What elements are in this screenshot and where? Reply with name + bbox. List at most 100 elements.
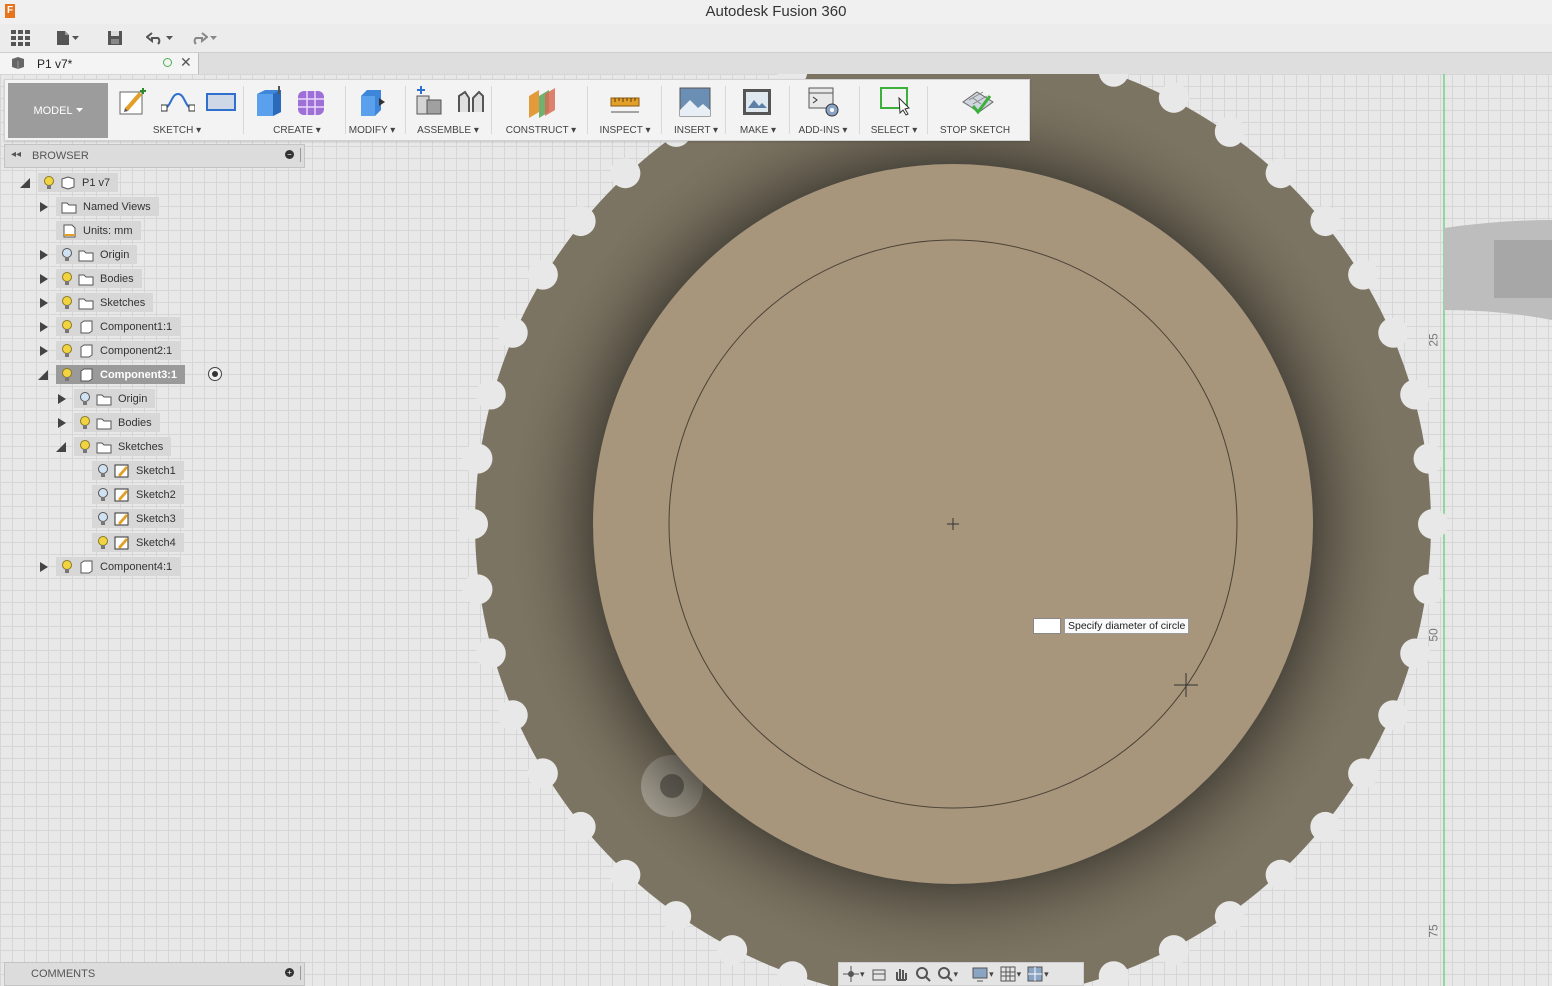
lightbulb-off-icon[interactable] (97, 463, 109, 478)
tree-node-sketch4[interactable]: Sketch4 (92, 533, 184, 552)
lightbulb-icon[interactable] (61, 271, 73, 286)
tree-node-component4[interactable]: Component4:1 (56, 557, 181, 576)
sprocket-tooth-gap (565, 206, 596, 237)
undo-button[interactable] (146, 28, 173, 48)
tree-node-bodies[interactable]: Bodies (56, 269, 142, 288)
document-tab[interactable]: P1 v7* ✕ (0, 53, 199, 74)
comments-header[interactable]: COMMENTS + (4, 962, 305, 986)
close-tab-icon[interactable]: ✕ (180, 54, 192, 71)
lightbulb-icon[interactable] (61, 319, 73, 334)
construct-group[interactable]: CONSTRUCT ▾ (501, 80, 581, 140)
stop-sketch-button[interactable]: STOP SKETCH (933, 80, 1017, 140)
inspect-group[interactable]: INSPECT ▾ (595, 80, 655, 140)
lightbulb-icon[interactable] (79, 415, 91, 430)
lightbulb-icon[interactable] (79, 439, 91, 454)
pan-button[interactable] (893, 966, 909, 982)
modify-group[interactable]: MODIFY ▾ (339, 80, 405, 140)
lightbulb-icon[interactable] (61, 295, 73, 310)
dimension-tooltip: Specify diameter of circle (1025, 616, 1190, 636)
ruler-label-75: 75 (1426, 924, 1441, 938)
zoom-button[interactable] (915, 966, 931, 982)
sprocket-tooth-gap (1158, 935, 1189, 966)
insert-group[interactable]: INSERT ▾ (671, 80, 721, 140)
tree-node-origin[interactable]: Origin (56, 245, 138, 264)
assemble-group[interactable]: ASSEMBLE ▾ (407, 80, 489, 140)
select-group[interactable]: SELECT ▾ (865, 80, 923, 140)
new-component-icon (416, 86, 442, 115)
document-tab-bar: P1 v7* ✕ (0, 53, 1552, 75)
fit-button[interactable]: ▾ (937, 966, 958, 982)
sketch-group[interactable]: SKETCH ▾ (113, 80, 243, 140)
active-component-radio[interactable] (208, 367, 222, 381)
tree-node-component1[interactable]: Component1:1 (56, 317, 181, 336)
file-menu-button[interactable] (56, 28, 79, 48)
tree-node-sketch1[interactable]: Sketch1 (92, 461, 184, 480)
addins-group[interactable]: ADD-INS ▾ (793, 80, 853, 140)
sketch-menu-label: SKETCH ▾ (152, 125, 202, 136)
expand-triangle-icon[interactable] (40, 346, 48, 356)
tree-node-component2[interactable]: Component2:1 (56, 341, 181, 360)
sprocket-tooth-gap (1400, 379, 1431, 410)
tree-node-sketch2[interactable]: Sketch2 (92, 485, 184, 504)
expand-triangle-icon[interactable] (40, 322, 48, 332)
workspace-switcher[interactable]: MODEL (8, 83, 108, 138)
tree-node-sketch3[interactable]: Sketch3 (92, 509, 184, 528)
lightbulb-off-icon[interactable] (79, 391, 91, 406)
tree-label: Sketches (100, 296, 146, 309)
browser-options-icon[interactable]: − (285, 150, 294, 159)
viewports-button[interactable]: ▾ (1027, 966, 1049, 982)
tree-node-c3-origin[interactable]: Origin (74, 389, 156, 408)
lightbulb-icon[interactable] (61, 559, 73, 574)
separator (859, 86, 860, 134)
save-icon (108, 31, 122, 45)
lightbulb-off-icon[interactable] (61, 247, 73, 262)
expand-triangle-icon[interactable] (40, 274, 48, 284)
lightbulb-icon[interactable] (97, 535, 109, 550)
display-settings-button[interactable]: ▾ (972, 966, 994, 982)
tree-node-named-views[interactable]: Named Views (56, 197, 159, 216)
tree-label: Bodies (118, 416, 152, 429)
lightbulb-icon[interactable] (61, 343, 73, 358)
diameter-input[interactable] (1033, 618, 1061, 634)
sprocket-tooth-gap (1348, 758, 1379, 789)
collapse-panel-icon[interactable]: ◂◂ (11, 149, 21, 160)
lightbulb-icon[interactable] (61, 367, 73, 382)
lightbulb-off-icon[interactable] (97, 511, 109, 526)
grid-button[interactable]: ▾ (1000, 966, 1021, 982)
expand-triangle-icon[interactable] (58, 394, 66, 404)
tree-node-root[interactable]: P1 v7 (38, 173, 119, 192)
expand-triangle-icon[interactable] (40, 202, 48, 212)
tree-node-c3-bodies[interactable]: Bodies (74, 413, 160, 432)
make-group[interactable]: MAKE ▾ (731, 80, 785, 140)
expand-triangle-icon[interactable] (40, 562, 48, 572)
tree-label: Component2:1 (100, 344, 173, 357)
collapse-triangle-icon[interactable] (38, 370, 48, 380)
collapse-triangle-icon[interactable] (56, 442, 66, 452)
panel-grip-icon[interactable] (300, 966, 303, 980)
save-button[interactable] (107, 28, 123, 48)
sprocket-tooth-gap (1265, 859, 1296, 890)
redo-button[interactable] (190, 28, 217, 48)
lightbulb-icon[interactable] (43, 175, 55, 190)
design-canvas[interactable]: 25 50 75 (0, 74, 1552, 986)
window-title: Autodesk Fusion 360 (705, 3, 847, 20)
tree-node-c3-sketches[interactable]: Sketches (74, 437, 172, 456)
expand-triangle-icon[interactable] (40, 250, 48, 260)
add-comment-icon[interactable]: + (285, 968, 294, 977)
tree-node-component3[interactable]: Component3:1 (56, 365, 185, 384)
collapse-triangle-icon[interactable] (20, 178, 30, 188)
tree-node-sketches[interactable]: Sketches (56, 293, 154, 312)
look-at-button[interactable] (871, 966, 887, 982)
create-group[interactable]: CREATE ▾ (249, 80, 345, 140)
expand-triangle-icon[interactable] (40, 298, 48, 308)
sprocket-tooth-gap (1400, 638, 1431, 669)
expand-triangle-icon[interactable] (58, 418, 66, 428)
apps-grid-icon[interactable] (11, 28, 30, 48)
tree-node-units[interactable]: Units: mm (56, 221, 141, 240)
panel-grip-icon[interactable] (300, 148, 303, 162)
ruler-label-50: 50 (1426, 628, 1441, 642)
lightbulb-off-icon[interactable] (97, 487, 109, 502)
orbit-button[interactable]: ▾ (843, 966, 865, 982)
ribbon-toolbar: MODEL SKETCH ▾ CREATE ▾ MODIFY ▾ ASSEMBL… (4, 79, 1030, 141)
chevron-down-icon (72, 35, 79, 40)
